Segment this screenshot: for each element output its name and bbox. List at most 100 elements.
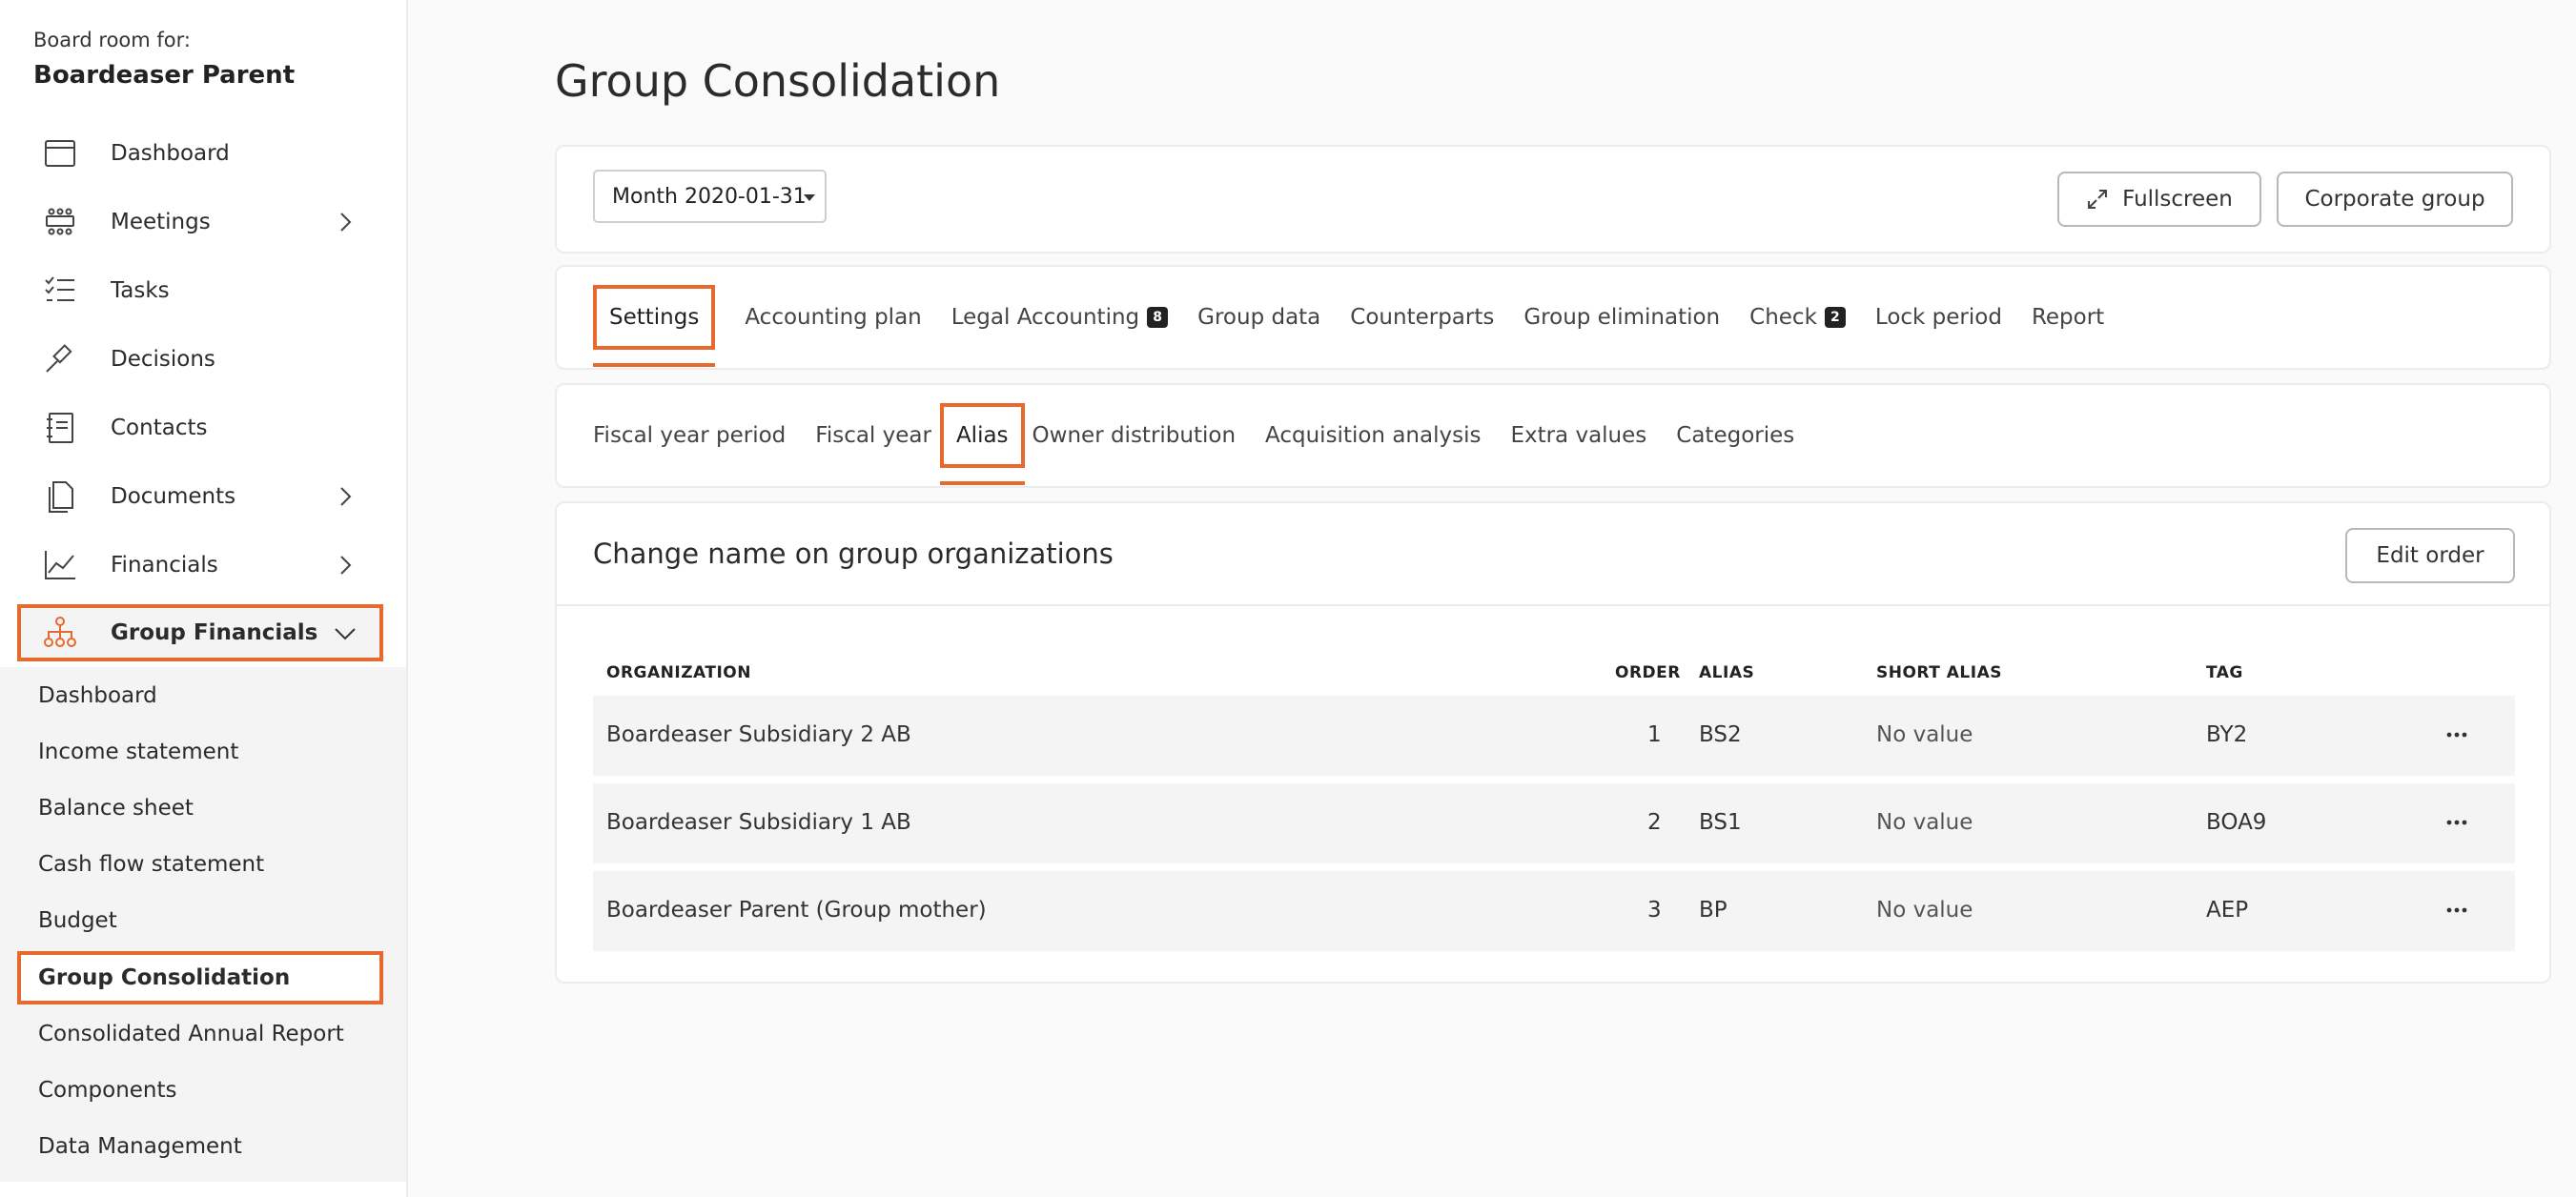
subtab-acquisition-analysis[interactable]: Acquisition analysis [1265,403,1481,468]
calendar-icon [40,133,80,173]
table-header: ORGANIZATION ORDER ALIAS SHORT ALIAS TAG [606,656,2523,690]
sidebar-item-documents[interactable]: Documents [17,467,383,526]
documents-icon [40,477,80,517]
sidebar-item-decisions[interactable]: Decisions [17,330,383,389]
column-header-order: ORDER [1615,663,1681,682]
settings-subtabs: Fiscal year period Fiscal year Alias Own… [593,385,1824,486]
subtab-fiscal-year-period[interactable]: Fiscal year period [593,403,786,468]
tab-group-data[interactable]: Group data [1197,285,1320,350]
tab-accounting-plan[interactable]: Accounting plan [745,285,921,350]
month-select-value: Month 2020-01-31 [612,184,807,209]
cell-organization: Boardeaser Subsidiary 2 AB [606,722,911,747]
cell-tag: AEP [2206,898,2249,923]
contacts-icon [40,408,80,448]
fullscreen-label: Fullscreen [2122,187,2233,212]
sidebar-item-group-financials[interactable]: Group Financials [17,604,383,661]
cell-tag: BY2 [2206,722,2248,747]
divider [557,604,2549,606]
edit-order-button[interactable]: Edit order [2345,528,2515,583]
submenu-item-income-statement[interactable]: Income statement [17,725,383,779]
sidebar-item-financials[interactable]: Financials [17,536,383,595]
chart-icon [40,545,80,585]
subtab-fiscal-year[interactable]: Fiscal year [815,403,931,468]
cell-alias: BS1 [1699,810,1742,835]
chevron-down-icon [334,622,357,645]
submenu-item-consolidated-annual-report[interactable]: Consolidated Annual Report [17,1007,383,1061]
column-header-tag: TAG [2206,663,2243,682]
fullscreen-button[interactable]: Fullscreen [2057,172,2261,227]
submenu-item-components[interactable]: Components [17,1064,383,1117]
cell-short-alias: No value [1876,898,1973,923]
tab-counterparts[interactable]: Counterparts [1350,285,1494,350]
chevron-right-icon [334,554,357,577]
submenu-item-budget[interactable]: Budget [17,894,383,947]
column-header-short-alias: SHORT ALIAS [1876,663,2002,682]
tab-lock-period[interactable]: Lock period [1875,285,2002,350]
sidebar-item-label: Financials [111,553,218,578]
cell-alias: BS2 [1699,722,1742,747]
tasks-icon [40,271,80,311]
subtab-categories[interactable]: Categories [1676,403,1794,468]
expand-icon [2086,188,2109,211]
tab-legal-accounting[interactable]: Legal Accounting 8 [951,285,1169,350]
sidebar-item-label: Decisions [111,347,215,372]
cell-organization: Boardeaser Parent (Group mother) [606,898,987,923]
sub-tabs-card: Fiscal year period Fiscal year Alias Own… [555,383,2551,488]
tab-label: Check [1749,305,1817,330]
cell-order: 3 [1647,898,1662,923]
card-title: Change name on group organizations [593,538,1114,570]
submenu-item-data-management[interactable]: Data Management [17,1120,383,1173]
sidebar-item-meetings[interactable]: Meetings [17,193,383,252]
cell-order: 1 [1647,722,1662,747]
count-badge: 2 [1824,307,1846,328]
tab-group-elimination[interactable]: Group elimination [1523,285,1720,350]
cell-short-alias: No value [1876,810,1973,835]
chevron-right-icon [334,485,357,508]
cell-short-alias: No value [1876,722,1973,747]
submenu-item-group-consolidation[interactable]: Group Consolidation [17,951,383,1004]
more-options-icon[interactable] [2441,896,2473,924]
gavel-icon [40,339,80,379]
main-tabs: Settings Accounting plan Legal Accountin… [593,267,2134,368]
board-name[interactable]: Boardeaser Parent [33,61,295,90]
main-tabs-card: Settings Accounting plan Legal Accountin… [555,265,2551,370]
alias-card: Change name on group organizations Edit … [555,501,2551,984]
submenu-item-cash-flow-statement[interactable]: Cash flow statement [17,838,383,891]
cell-tag: BOA9 [2206,810,2267,835]
sidebar: Board room for: Boardeaser Parent Dashbo… [0,0,408,1197]
subtab-alias[interactable]: Alias [939,403,1025,485]
meeting-icon [40,202,80,242]
submenu-item-dashboard[interactable]: Dashboard [17,669,383,722]
subtab-owner-distribution[interactable]: Owner distribution [1032,403,1236,468]
sidebar-item-label: Group Financials [111,620,318,645]
cell-organization: Boardeaser Subsidiary 1 AB [606,810,911,835]
sidebar-item-label: Dashboard [111,141,230,166]
column-header-organization: ORGANIZATION [606,663,751,682]
table-row: Boardeaser Parent (Group mother) 3 BP No… [593,871,2515,951]
month-select[interactable]: Month 2020-01-31 [593,170,827,223]
sidebar-item-label: Meetings [111,210,211,234]
tab-report[interactable]: Report [2032,285,2104,350]
count-badge: 8 [1147,307,1169,328]
more-options-icon[interactable] [2441,720,2473,749]
board-room-label: Board room for: [33,29,191,51]
table-row: Boardeaser Subsidiary 2 AB 1 BS2 No valu… [593,696,2515,776]
column-header-alias: ALIAS [1699,663,1755,682]
toolbar-card: Month 2020-01-31 Fullscreen Corporate gr… [555,145,2551,254]
sidebar-item-dashboard[interactable]: Dashboard [17,124,383,183]
subtab-extra-values[interactable]: Extra values [1510,403,1646,468]
more-options-icon[interactable] [2441,808,2473,837]
submenu-item-balance-sheet[interactable]: Balance sheet [17,781,383,835]
chevron-right-icon [334,211,357,233]
table-row: Boardeaser Subsidiary 1 AB 2 BS1 No valu… [593,783,2515,863]
tab-label: Legal Accounting [951,305,1140,330]
org-chart-icon [40,613,80,653]
sidebar-item-label: Tasks [111,278,170,303]
sidebar-item-tasks[interactable]: Tasks [17,261,383,320]
cell-alias: BP [1699,898,1728,923]
sidebar-item-label: Documents [111,484,236,509]
tab-settings[interactable]: Settings [593,285,716,367]
tab-check[interactable]: Check 2 [1749,285,1846,350]
corporate-group-button[interactable]: Corporate group [2277,172,2513,227]
sidebar-item-contacts[interactable]: Contacts [17,398,383,457]
